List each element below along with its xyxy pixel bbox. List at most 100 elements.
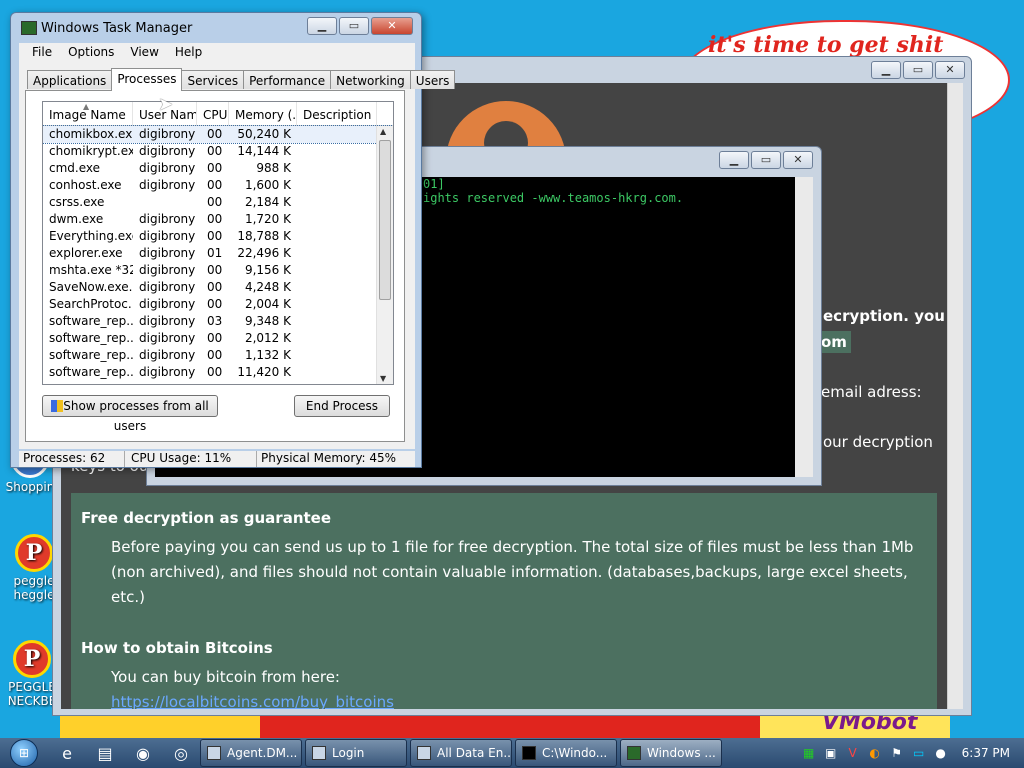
task-manager-icon bbox=[21, 21, 37, 35]
maximize-button[interactable]: ▭ bbox=[751, 151, 781, 169]
folder-icon[interactable]: ▤ bbox=[86, 739, 124, 767]
ransom-text-line: ecryption. you bbox=[823, 307, 945, 325]
start-button[interactable]: ⊞ bbox=[0, 738, 48, 768]
task-manager-body: Applications Processes Services Performa… bbox=[19, 63, 456, 449]
process-cell-cpu: 00 bbox=[207, 144, 223, 158]
obtain-bitcoins-panel: How to obtain Bitcoins You can buy bitco… bbox=[71, 623, 937, 709]
process-cell-name: Everything.exe bbox=[49, 229, 133, 243]
process-cell-mem: 22,496 K bbox=[237, 246, 291, 260]
show-all-processes-button[interactable]: Show processes from all users bbox=[42, 395, 218, 433]
process-row[interactable]: explorer.exe digibrony 01 22,496 K bbox=[43, 245, 393, 262]
tray-display-icon[interactable]: ▭ bbox=[908, 742, 930, 764]
taskbar-item[interactable]: Agent.DM... bbox=[200, 739, 302, 767]
process-cell-name: cmd.exe bbox=[49, 161, 101, 175]
process-row[interactable]: SearchProtoc... digibrony 00 2,004 K bbox=[43, 296, 393, 313]
process-cell-cpu: 00 bbox=[207, 212, 223, 226]
free-decryption-panel: Free decryption as guarantee Before payi… bbox=[71, 493, 937, 633]
tray-sound-icon[interactable]: ◐ bbox=[864, 742, 886, 764]
tab-services[interactable]: Services bbox=[181, 70, 245, 89]
process-row[interactable]: software_rep... digibrony 00 2,012 K bbox=[43, 330, 393, 347]
tray-antivirus-icon[interactable]: V bbox=[842, 742, 864, 764]
close-button[interactable]: ✕ bbox=[371, 17, 413, 35]
media-player-icon[interactable]: ◉ bbox=[124, 739, 162, 767]
clock[interactable]: 6:37 PM bbox=[952, 746, 1024, 760]
taskbar-item[interactable]: Login bbox=[305, 739, 407, 767]
process-row[interactable]: cmd.exe digibrony 00 988 K bbox=[43, 160, 393, 177]
taskbar-item[interactable]: C:\Windo... bbox=[515, 739, 617, 767]
panel-text: Before paying you can send us up to 1 fi… bbox=[111, 538, 914, 606]
process-cell-user: digibrony bbox=[139, 127, 196, 141]
column-cpu[interactable]: CPU bbox=[197, 102, 229, 125]
tab-networking[interactable]: Networking bbox=[330, 70, 411, 89]
status-processes: Processes: 62 bbox=[19, 451, 125, 467]
process-cell-cpu: 00 bbox=[207, 127, 223, 141]
taskbar-item[interactable]: All Data En... bbox=[410, 739, 512, 767]
minimize-button[interactable]: ▁ bbox=[871, 61, 901, 79]
ransom-text-line: email adress: bbox=[821, 383, 922, 401]
process-cell-mem: 9,156 K bbox=[244, 263, 291, 277]
close-button[interactable]: ✕ bbox=[935, 61, 965, 79]
process-cell-mem: 1,600 K bbox=[244, 178, 291, 192]
process-cell-user: digibrony bbox=[139, 314, 196, 328]
tab-processes[interactable]: Processes bbox=[111, 68, 183, 91]
menu-bar: File Options View Help bbox=[19, 43, 415, 63]
tray-network-icon[interactable]: ▣ bbox=[820, 742, 842, 764]
internet-explorer-icon[interactable]: e bbox=[48, 739, 86, 767]
process-row[interactable]: mshta.exe *32 digibrony 00 9,156 K bbox=[43, 262, 393, 279]
tray-flag-icon[interactable]: ⚑ bbox=[886, 742, 908, 764]
maximize-button[interactable]: ▭ bbox=[339, 17, 369, 35]
minimize-button[interactable]: ▁ bbox=[307, 17, 337, 35]
tray-task-manager-icon[interactable]: ▦ bbox=[798, 742, 820, 764]
scroll-down-icon[interactable]: ▼ bbox=[380, 374, 386, 383]
tab-users[interactable]: Users bbox=[409, 70, 456, 89]
menu-view[interactable]: View bbox=[123, 43, 165, 63]
menu-options[interactable]: Options bbox=[61, 43, 121, 63]
process-row[interactable]: Everything.exe digibrony 00 18,788 K bbox=[43, 228, 393, 245]
process-cell-description bbox=[297, 347, 377, 364]
vertical-scrollbar[interactable] bbox=[947, 83, 963, 709]
minimize-button[interactable]: ▁ bbox=[719, 151, 749, 169]
console-scrollbar[interactable] bbox=[795, 177, 813, 477]
scroll-up-icon[interactable]: ▲ bbox=[380, 127, 386, 136]
process-cell-mem: 1,720 K bbox=[244, 212, 291, 226]
scroll-thumb[interactable] bbox=[379, 140, 391, 300]
tab-applications[interactable]: Applications bbox=[27, 70, 113, 89]
process-list[interactable]: ▲Image Name User Name CPU Memory (... De… bbox=[42, 101, 394, 385]
tab-performance[interactable]: Performance bbox=[243, 70, 332, 89]
process-cell-user: digibrony bbox=[139, 331, 196, 345]
process-cell-cpu: 00 bbox=[207, 178, 223, 192]
process-row[interactable]: SaveNow.exe... digibrony 00 4,248 K bbox=[43, 279, 393, 296]
process-row[interactable]: chomikbox.ex... digibrony 00 50,240 K bbox=[43, 125, 393, 144]
process-cell-name: conhost.exe bbox=[49, 178, 122, 192]
column-memory[interactable]: Memory (... bbox=[229, 102, 297, 125]
process-row[interactable]: csrss.exe 00 2,184 K bbox=[43, 194, 393, 211]
process-row[interactable]: software_rep... digibrony 00 11,420 K bbox=[43, 364, 393, 381]
process-list-scrollbar[interactable]: ▲ ▼ bbox=[376, 126, 393, 384]
process-row[interactable]: software_rep... digibrony 03 9,348 K bbox=[43, 313, 393, 330]
taskbar-item[interactable]: Windows ... bbox=[620, 739, 722, 767]
column-image-name[interactable]: ▲ Image Name bbox=[43, 102, 133, 125]
panel-title: Free decryption as guarantee bbox=[81, 509, 332, 527]
task-manager-window[interactable]: Windows Task Manager ▁ ▭ ✕ File Options … bbox=[10, 12, 456, 468]
process-row[interactable]: chomikrypt.exe digibrony 00 14,144 K bbox=[43, 143, 393, 160]
process-row[interactable]: dwm.exe digibrony 00 1,720 K bbox=[43, 211, 393, 228]
process-row[interactable]: software_rep... digibrony 00 1,132 K bbox=[43, 347, 393, 364]
process-cell-description bbox=[297, 211, 377, 228]
bitcoin-link[interactable]: https://localbitcoins.com/buy_bitcoins bbox=[111, 693, 394, 709]
menu-help[interactable]: Help bbox=[168, 43, 209, 63]
tray-recording-icon[interactable]: ● bbox=[930, 742, 952, 764]
menu-file[interactable]: File bbox=[25, 43, 59, 63]
process-cell-description bbox=[297, 296, 377, 313]
end-process-button[interactable]: End Process bbox=[294, 395, 390, 417]
close-button[interactable]: ✕ bbox=[783, 151, 813, 169]
process-list-header: ▲Image Name User Name CPU Memory (... De… bbox=[43, 102, 393, 126]
process-row[interactable]: conhost.exe digibrony 00 1,600 K bbox=[43, 177, 393, 194]
process-cell-mem: 2,004 K bbox=[244, 297, 291, 311]
chrome-icon[interactable]: ◎ bbox=[162, 739, 200, 767]
task-manager-icon bbox=[627, 746, 641, 760]
maximize-button[interactable]: ▭ bbox=[903, 61, 933, 79]
process-cell-user bbox=[133, 194, 197, 211]
process-cell-description bbox=[297, 313, 377, 330]
process-cell-mem: 9,348 K bbox=[244, 314, 291, 328]
column-description[interactable]: Description bbox=[297, 102, 377, 125]
